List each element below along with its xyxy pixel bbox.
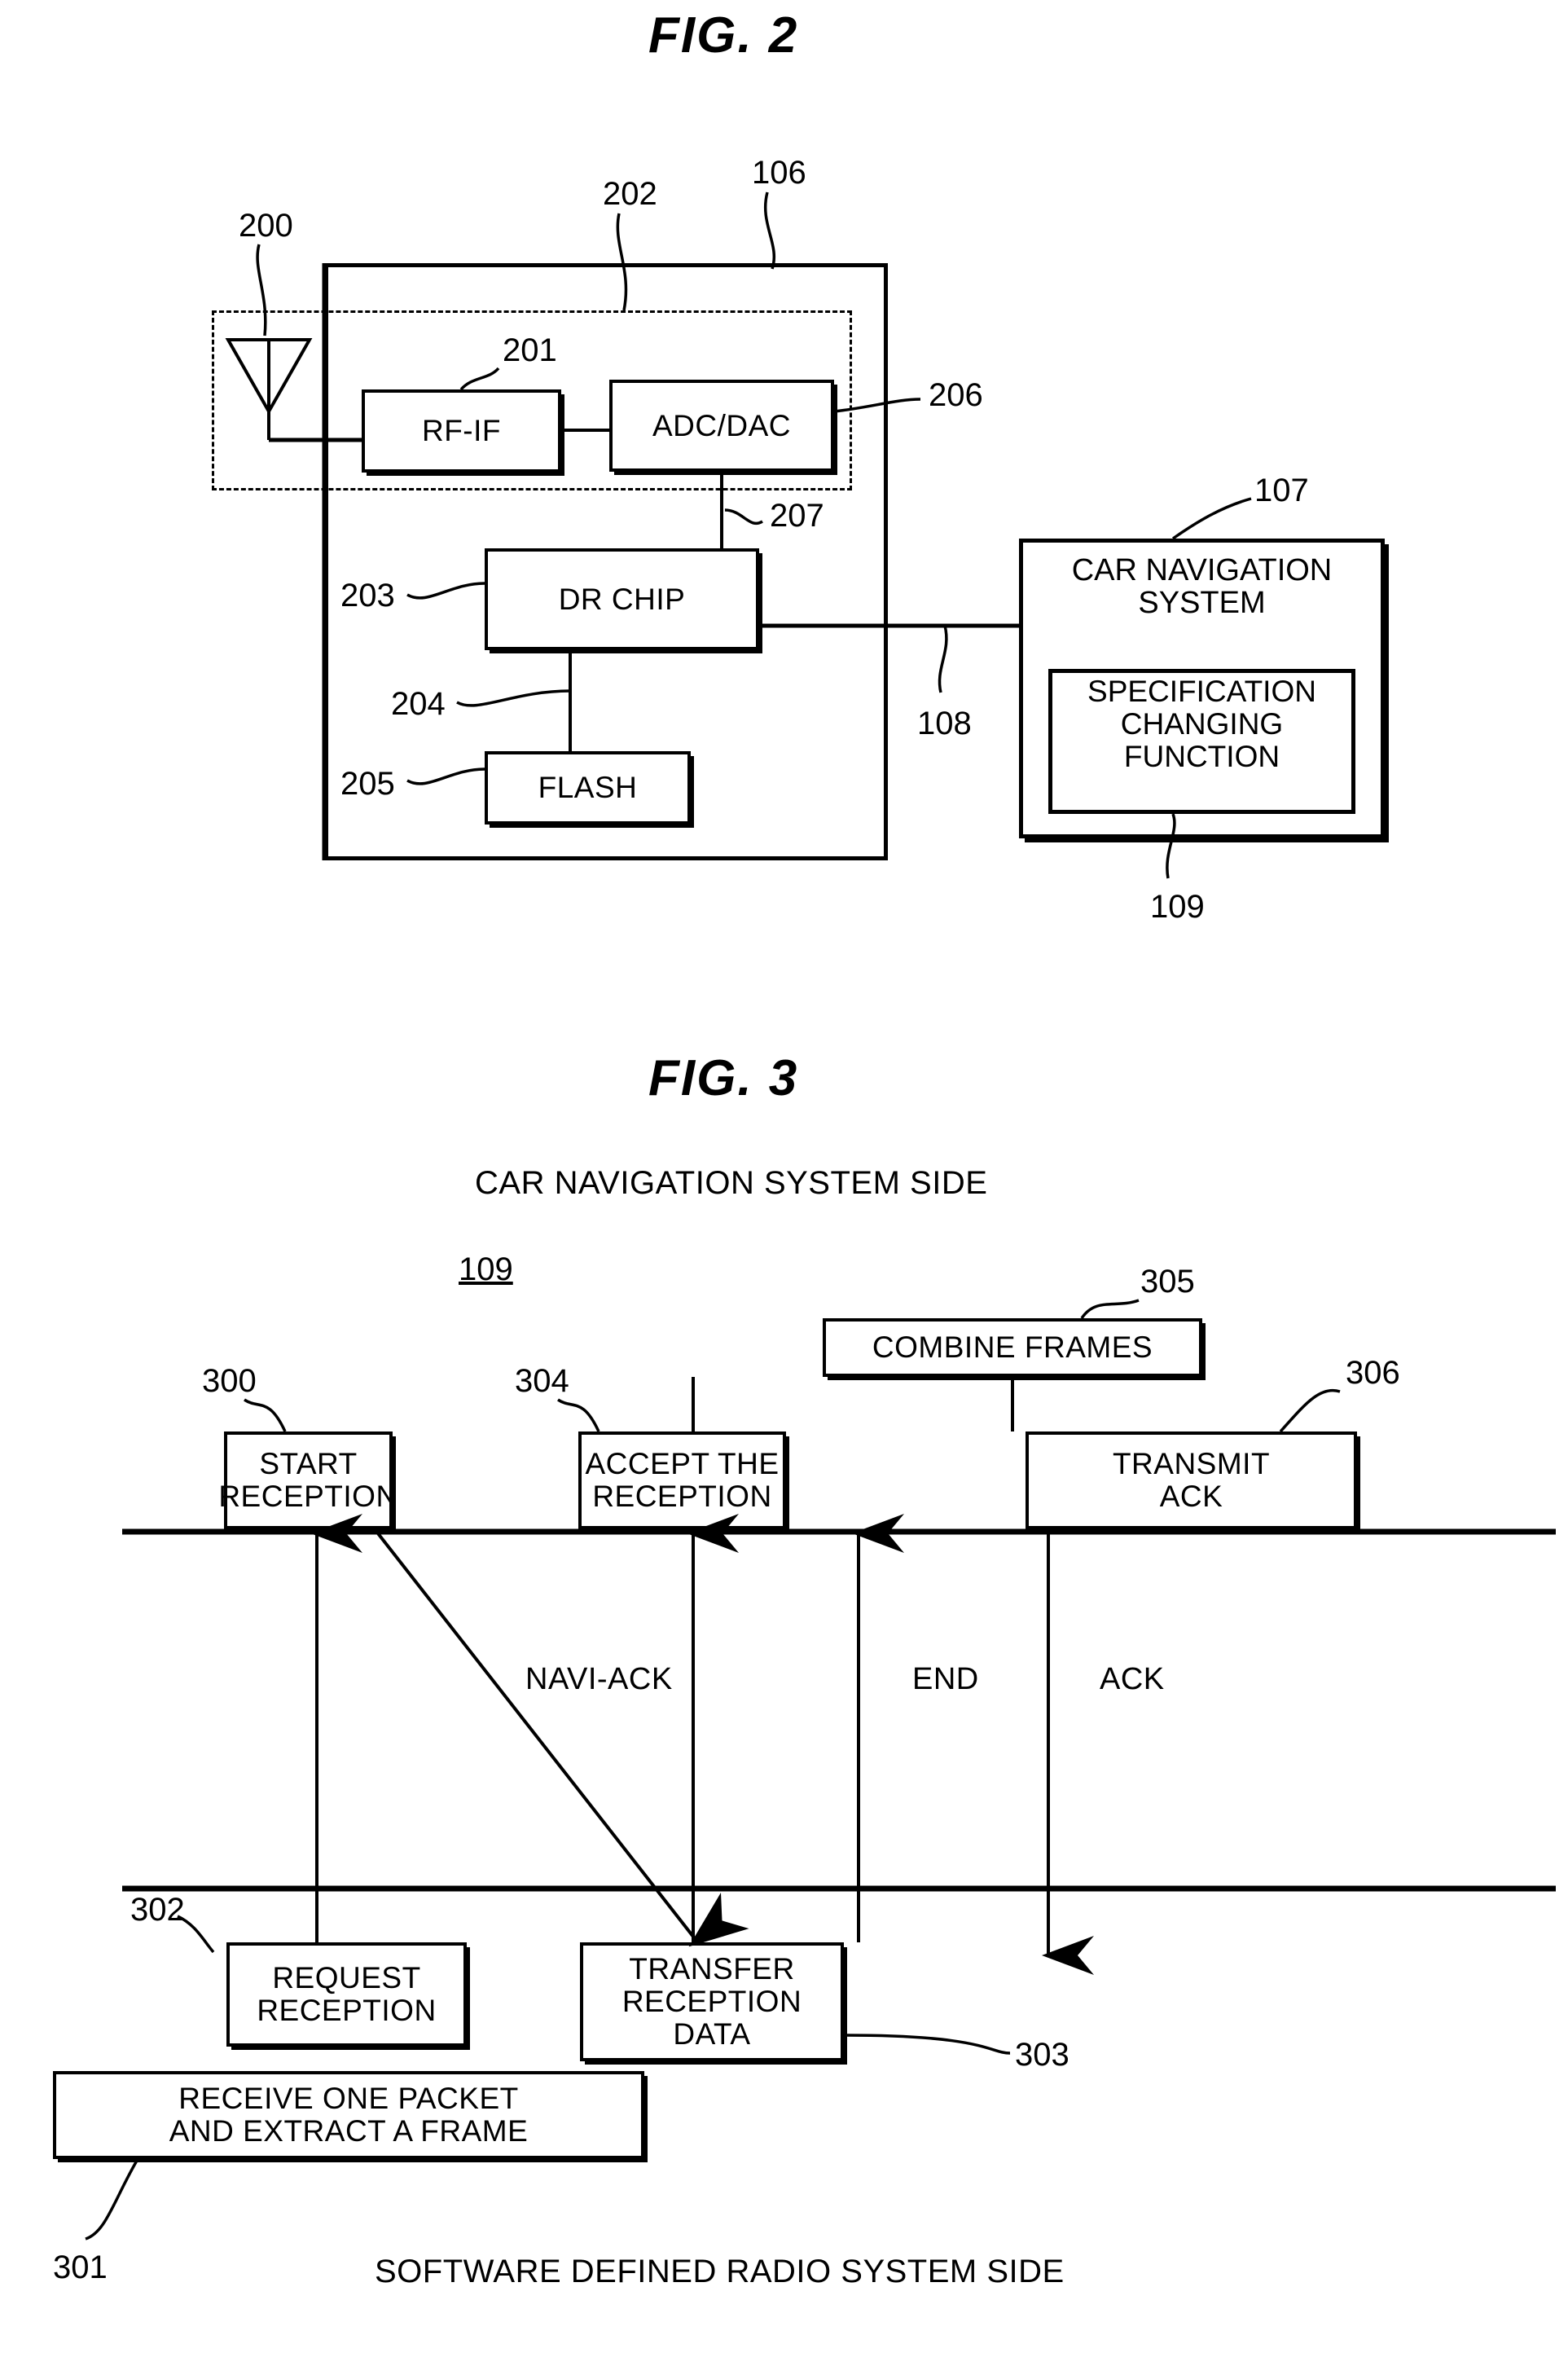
ref-302: 302 — [130, 1892, 185, 1928]
car-navigation-system-side-label: CAR NAVIGATION SYSTEM SIDE — [475, 1165, 988, 1201]
patent-drawing-sheet: FIG. 2 RF-IF ADC/DAC DR CHIP FLASH CAR N… — [0, 0, 1568, 2366]
rf-if-label: RF-IF — [421, 414, 502, 448]
ref-201: 201 — [503, 332, 557, 368]
accept-the-reception-box: ACCEPT THE RECEPTION — [578, 1431, 786, 1529]
fig3-center-ref-109: 109 — [459, 1251, 513, 1287]
ref-107: 107 — [1254, 473, 1309, 508]
figure-3-title: FIG. 3 — [648, 1050, 799, 1106]
end-arrow-label: END — [912, 1662, 979, 1696]
rf-if-box: RF-IF — [362, 389, 561, 473]
ref-203: 203 — [340, 578, 395, 613]
receive-packet-line-2: AND EXTRACT A FRAME — [169, 2114, 529, 2148]
request-reception-line-1: REQUEST — [272, 1961, 421, 1995]
start-reception-box: START RECEPTION — [218, 1431, 397, 1529]
adc-dac-box: ADC/DAC — [609, 380, 834, 472]
ref-303: 303 — [1015, 2037, 1069, 2073]
flash-box: FLASH — [485, 751, 691, 825]
car-nav-line-1: CAR NAVIGATION — [1071, 553, 1333, 587]
accept-reception-line-1: ACCEPT THE — [585, 1447, 780, 1481]
ref-206: 206 — [929, 377, 983, 413]
combine-frames-label: COMBINE FRAMES — [872, 1330, 1153, 1365]
start-reception-line-2: RECEPTION — [218, 1480, 398, 1513]
request-reception-line-2: RECEPTION — [257, 1994, 437, 2027]
fig3-message-arrows — [310, 1514, 1094, 1975]
dr-chip-box: DR CHIP — [485, 548, 759, 650]
request-reception-box: REQUEST RECEPTION — [226, 1942, 467, 2047]
ref-200: 200 — [239, 208, 293, 244]
spec-line-1: SPECIFICATION — [1087, 675, 1316, 708]
receive-one-packet-box: RECEIVE ONE PACKET AND EXTRACT A FRAME — [53, 2071, 644, 2159]
ref-300: 300 — [202, 1363, 257, 1399]
receive-packet-line-1: RECEIVE ONE PACKET — [178, 2082, 519, 2116]
navi-ack-arrow-label: NAVI-ACK — [525, 1662, 673, 1696]
fig3-box-connectors — [692, 1377, 1014, 1431]
adc-dac-label: ADC/DAC — [652, 408, 792, 442]
ref-305: 305 — [1140, 1264, 1195, 1300]
transfer-reception-line-1: TRANSFER — [629, 1952, 795, 1986]
ref-202: 202 — [603, 176, 657, 212]
combine-frames-box: COMBINE FRAMES — [823, 1318, 1202, 1377]
ref-204: 204 — [391, 686, 446, 722]
car-navigation-system-label: CAR NAVIGATION SYSTEM — [1019, 554, 1385, 620]
specification-changing-function-label: SPECIFICATION CHANGING FUNCTION — [1048, 675, 1355, 773]
ref-108: 108 — [917, 706, 972, 741]
ref-109: 109 — [1150, 889, 1205, 925]
ref-304: 304 — [515, 1363, 569, 1399]
figure-2-title: FIG. 2 — [648, 7, 799, 64]
fig3-timeline-lines — [122, 1528, 1556, 1892]
ref-106: 106 — [752, 155, 806, 191]
start-reception-line-1: START — [259, 1447, 358, 1481]
dr-chip-label: DR CHIP — [558, 582, 686, 616]
transfer-reception-data-box: TRANSFER RECEPTION DATA — [580, 1942, 844, 2061]
transfer-reception-line-3: DATA — [673, 2016, 751, 2051]
ref-205: 205 — [340, 766, 395, 802]
ack-arrow-label: ACK — [1100, 1662, 1165, 1696]
flash-label: FLASH — [538, 771, 638, 805]
transmit-ack-line-1: TRANSMIT — [1112, 1447, 1271, 1481]
ref-207: 207 — [770, 498, 824, 534]
accept-reception-line-2: RECEPTION — [592, 1480, 772, 1513]
spec-line-2: CHANGING — [1120, 706, 1284, 741]
spec-line-3: FUNCTION — [1123, 739, 1280, 773]
car-nav-line-2: SYSTEM — [1138, 586, 1266, 621]
transmit-ack-line-2: ACK — [1159, 1480, 1223, 1513]
transmit-ack-box: TRANSMIT ACK — [1026, 1431, 1357, 1529]
ref-306: 306 — [1346, 1355, 1400, 1391]
software-defined-radio-system-side-label: SOFTWARE DEFINED RADIO SYSTEM SIDE — [375, 2254, 1065, 2289]
transfer-reception-line-2: RECEPTION — [621, 1985, 802, 2019]
ref-301: 301 — [53, 2249, 108, 2285]
